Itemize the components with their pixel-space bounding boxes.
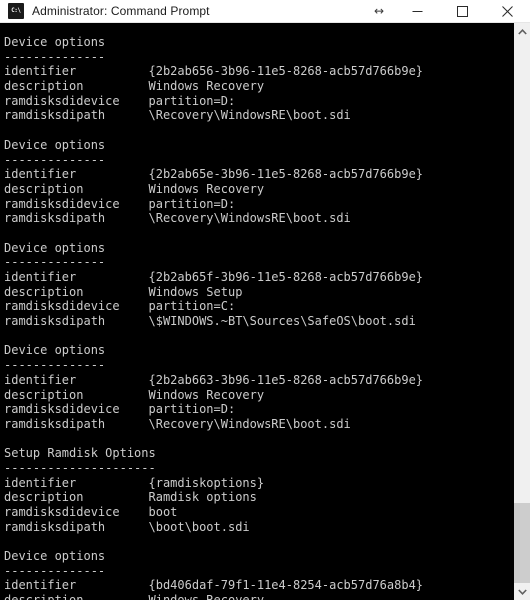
- minimize-button[interactable]: [395, 0, 440, 23]
- chevron-down-icon: [517, 588, 527, 595]
- scrollbar-track[interactable]: [514, 40, 530, 583]
- chevron-up-icon: [517, 28, 527, 35]
- console-text: Device options -------------- identifier…: [4, 35, 424, 600]
- maximize-button[interactable]: [440, 0, 485, 23]
- minimize-icon: [412, 11, 423, 12]
- command-prompt-icon-glyph: C:\: [11, 7, 21, 14]
- close-button[interactable]: [485, 0, 530, 23]
- console-output-area[interactable]: Device options -------------- identifier…: [0, 23, 514, 600]
- close-icon: [502, 6, 513, 17]
- command-prompt-window: C:\ Administrator: Command Prompt ↔ Devi…: [0, 0, 530, 600]
- resize-cursor-icon: ↔: [373, 4, 385, 18]
- scroll-up-button[interactable]: [514, 23, 530, 40]
- scroll-down-button[interactable]: [514, 583, 530, 600]
- vertical-scrollbar[interactable]: [514, 23, 530, 600]
- maximize-icon: [457, 6, 468, 17]
- window-title: Administrator: Command Prompt: [32, 4, 210, 18]
- command-prompt-icon[interactable]: C:\: [8, 3, 24, 19]
- scrollbar-thumb[interactable]: [514, 503, 530, 583]
- title-bar[interactable]: C:\ Administrator: Command Prompt ↔: [0, 0, 530, 23]
- window-controls: [395, 0, 530, 23]
